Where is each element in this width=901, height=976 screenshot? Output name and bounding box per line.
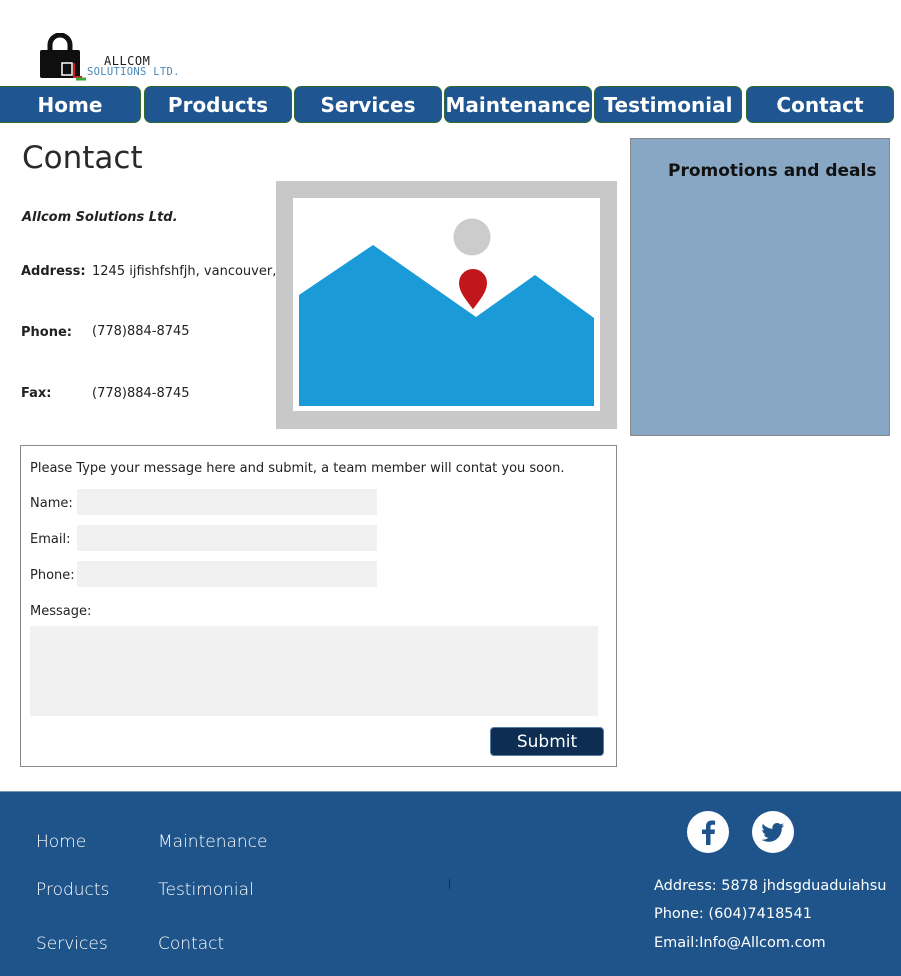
- contact-form: Please Type your message here and submit…: [20, 445, 617, 767]
- fax-label: Fax:: [21, 386, 52, 401]
- nav-maintenance[interactable]: Maintenance: [444, 86, 592, 123]
- promotions-panel: Promotions and deals: [630, 138, 890, 436]
- footer-address: Address: 5878 jhdsgduaduiahsu: [654, 878, 887, 894]
- nav-testimonial[interactable]: Testimonial: [594, 86, 742, 123]
- footer-link-home[interactable]: Home: [36, 832, 86, 852]
- fax-value: (778)884-8745: [92, 386, 190, 401]
- nav-services[interactable]: Services: [294, 86, 442, 123]
- footer-phone: Phone: (604)7418541: [654, 906, 812, 922]
- name-label: Name:: [30, 496, 73, 511]
- main-nav: Home Products Services Maintenance Testi…: [0, 86, 901, 126]
- company-name: Allcom Solutions Ltd.: [22, 210, 178, 225]
- promotions-title: Promotions and deals: [668, 161, 877, 181]
- phone-label: Phone:: [30, 568, 75, 583]
- form-intro: Please Type your message here and submit…: [30, 461, 565, 476]
- site-logo[interactable]: ALLCOM SOLUTIONS LTD.: [38, 33, 188, 83]
- map-placeholder-image: [276, 181, 617, 429]
- footer-link-testimonial[interactable]: Testimonial: [158, 880, 254, 900]
- twitter-icon[interactable]: [752, 811, 794, 853]
- footer-email[interactable]: Email:Info@Allcom.com: [654, 935, 826, 951]
- footer-link-products[interactable]: Products: [36, 880, 109, 900]
- lock-icon: [40, 33, 86, 81]
- email-input[interactable]: [77, 525, 377, 551]
- address-value: 1245 ijfishfshfjh, vancouver, bc: [92, 264, 296, 279]
- address-label: Address:: [21, 264, 86, 279]
- footer-link-maintenance[interactable]: Maintenance: [158, 832, 267, 852]
- footer: Home Products Services Maintenance Testi…: [0, 791, 901, 976]
- footer-link-services[interactable]: Services: [36, 934, 108, 954]
- phone-value: (778)884-8745: [92, 324, 190, 339]
- message-label: Message:: [30, 604, 92, 619]
- footer-divider: [449, 879, 450, 889]
- nav-products[interactable]: Products: [144, 86, 292, 123]
- nav-home[interactable]: Home: [0, 86, 141, 123]
- email-label: Email:: [30, 532, 71, 547]
- phone-label: Phone:: [21, 325, 72, 340]
- phone-input[interactable]: [77, 561, 377, 587]
- footer-link-contact[interactable]: Contact: [158, 934, 224, 954]
- nav-contact[interactable]: Contact: [746, 86, 894, 123]
- submit-button[interactable]: Submit: [490, 727, 604, 756]
- message-textarea[interactable]: [30, 626, 598, 716]
- page-title: Contact: [22, 140, 143, 176]
- facebook-icon[interactable]: [687, 811, 729, 853]
- logo-tagline: SOLUTIONS LTD.: [87, 66, 180, 78]
- name-input[interactable]: [77, 489, 377, 515]
